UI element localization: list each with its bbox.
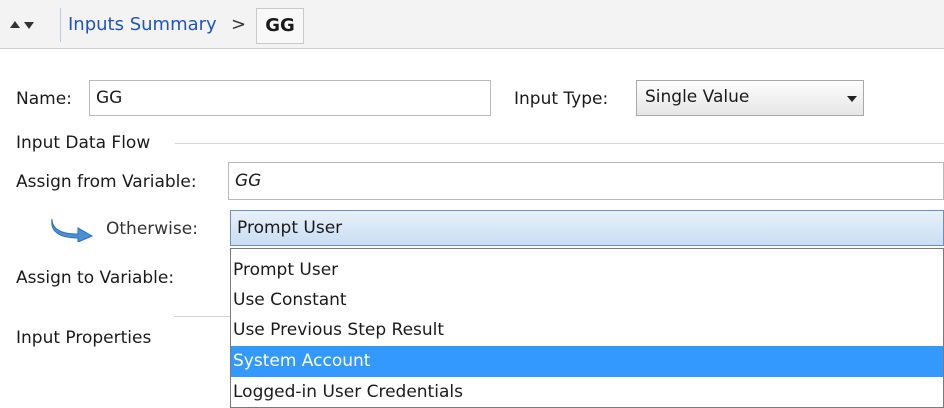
nav-up-icon[interactable] [10, 21, 20, 28]
nav-down-icon[interactable] [24, 22, 34, 29]
dropdown-option[interactable]: Logged-in User Credentials [231, 377, 943, 408]
name-field[interactable]: GG [89, 80, 491, 116]
otherwise-arrow-icon [51, 218, 94, 242]
dropdown-option[interactable]: Use Constant [231, 285, 943, 316]
breadcrumb-current: GG [256, 8, 304, 44]
assign-from-variable-value: GG [235, 171, 262, 191]
input-type-select[interactable]: Single Value [636, 80, 864, 116]
dropdown-option[interactable]: Prompt User [231, 255, 943, 286]
dropdown-option[interactable]: Use Previous Step Result [231, 315, 943, 346]
breadcrumb-separator: > [231, 14, 247, 35]
dropdown-arrow-icon [847, 96, 857, 102]
group-divider [174, 316, 230, 317]
input-properties-heading: Input Properties [16, 328, 152, 348]
assign-from-variable-label: Assign from Variable: [16, 172, 197, 192]
breadcrumb-link-inputs-summary[interactable]: Inputs Summary [68, 14, 217, 35]
assign-from-variable-field[interactable]: GG [228, 162, 944, 200]
input-data-flow-heading: Input Data Flow [16, 133, 151, 153]
name-label: Name: [16, 89, 72, 109]
breadcrumb-bar: Inputs Summary > GG [0, 0, 944, 49]
otherwise-select[interactable]: Prompt User [230, 210, 944, 246]
otherwise-dropdown-list: Prompt User Use Constant Use Previous St… [230, 248, 944, 408]
otherwise-label: Otherwise: [106, 219, 198, 239]
assign-to-variable-label: Assign to Variable: [16, 268, 175, 288]
group-divider [175, 143, 944, 144]
dropdown-option-highlighted[interactable]: System Account [231, 346, 943, 377]
otherwise-select-value: Prompt User [237, 218, 343, 238]
name-field-value: GG [96, 88, 123, 108]
divider [60, 8, 61, 42]
input-type-value: Single Value [645, 87, 750, 107]
input-type-label: Input Type: [514, 89, 609, 109]
